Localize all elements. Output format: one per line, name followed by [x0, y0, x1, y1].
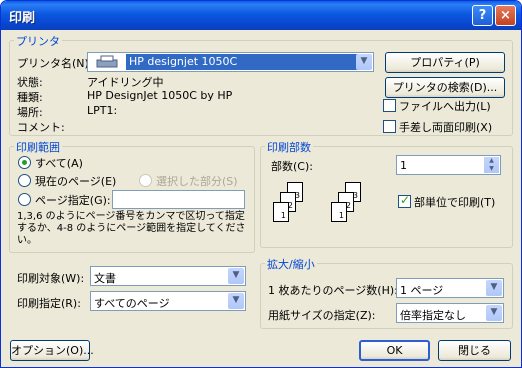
pages-input[interactable] — [112, 190, 245, 209]
close-icon[interactable]: × — [495, 5, 516, 26]
copies-legend: 印刷部数 — [265, 139, 313, 155]
printer-select[interactable]: HP designjet 1050C ▼ — [87, 52, 374, 72]
copies-label: 部数(C): — [271, 160, 313, 173]
status-label: 状態: — [17, 76, 43, 89]
collate-pages-icon: 3 2 1 — [273, 182, 333, 228]
range-selection-radio — [139, 174, 152, 187]
collate-label[interactable]: 部単位で印刷(T) — [414, 194, 495, 210]
type-label: 種類: — [17, 91, 43, 104]
manual-duplex-checkbox[interactable] — [383, 120, 396, 133]
range-selection-label: 選択した部分(S) — [156, 175, 238, 188]
chevron-down-icon[interactable]: ▼ — [228, 268, 244, 284]
manual-duplex-label[interactable]: 手差し両面印刷(X) — [399, 119, 492, 135]
printer-selected-value: HP designjet 1050C — [126, 54, 358, 70]
status-value: アイドリング中 — [87, 76, 164, 89]
print-to-file-checkbox[interactable] — [383, 99, 396, 112]
comment-label: コメント: — [17, 121, 65, 134]
copies-value: 1 — [400, 159, 407, 172]
ok-button[interactable]: OK — [359, 340, 430, 361]
print-to-file-label[interactable]: ファイルへ出力(L) — [399, 98, 491, 114]
properties-button[interactable]: プロパティ(P) — [385, 52, 505, 73]
printer-name-label: プリンタ名(N): — [17, 57, 93, 70]
help-icon[interactable]: ? — [472, 5, 493, 26]
pages-per-sheet-label: 1 枚あたりのページ数(H): — [268, 284, 398, 297]
pages-per-sheet-select[interactable]: 1 ページ ▼ — [396, 278, 504, 298]
chevron-down-icon[interactable]: ▼ — [228, 293, 244, 309]
range-current-label[interactable]: 現在のページ(E) — [35, 173, 116, 189]
printer-legend: プリンタ — [14, 33, 62, 49]
range-current-radio[interactable] — [18, 174, 31, 187]
print-what-select[interactable]: 文書 ▼ — [90, 266, 246, 286]
range-all-radio[interactable] — [18, 156, 31, 169]
range-pages-label[interactable]: ページ指定(G): — [35, 192, 111, 208]
range-pages-radio[interactable] — [18, 193, 31, 206]
find-printer-button[interactable]: プリンタの検索(D)... — [385, 77, 505, 98]
print-label: 印刷指定(R): — [17, 297, 81, 310]
range-all-label[interactable]: すべて(A) — [35, 155, 83, 171]
copies-spinner[interactable]: 1 ▲ ▼ — [396, 155, 501, 175]
print-dialog: 印刷 ? × プリンタ プリンタ名(N): HP designjet 1050C… — [0, 0, 522, 368]
scale-select[interactable]: 倍率指定なし ▼ — [396, 303, 504, 323]
where-label: 場所: — [17, 106, 43, 119]
chevron-down-icon[interactable]: ▼ — [486, 280, 502, 296]
title-bar[interactable]: 印刷 ? × — [1, 1, 521, 30]
where-value: LPT1: — [87, 104, 118, 117]
spinner-arrows-icon[interactable]: ▲ ▼ — [484, 157, 499, 173]
scale-label: 用紙サイズの指定(Z): — [268, 309, 376, 322]
type-value: HP DesignJet 1050C by HP — [87, 89, 233, 102]
close-button[interactable]: 閉じる — [438, 340, 511, 361]
collate-checkbox[interactable] — [398, 193, 411, 208]
options-button[interactable]: オプション(O)... — [10, 340, 94, 361]
print-range-legend: 印刷範囲 — [14, 139, 62, 155]
zoom-legend: 拡大/縮小 — [265, 256, 317, 272]
collate-pages-icon-2: 3 2 1 — [331, 182, 391, 228]
printer-icon — [94, 55, 120, 69]
chevron-down-icon[interactable]: ▼ — [486, 305, 502, 321]
print-what-label: 印刷対象(W): — [17, 272, 85, 285]
print-select[interactable]: すべてのページ ▼ — [90, 291, 246, 311]
range-hint: 1,3,6 のようにページ番号をカンマで区切って指定するか、4-8 のようにペー… — [17, 211, 246, 246]
chevron-down-icon[interactable]: ▼ — [356, 54, 372, 70]
dialog-title: 印刷 — [9, 11, 36, 26]
